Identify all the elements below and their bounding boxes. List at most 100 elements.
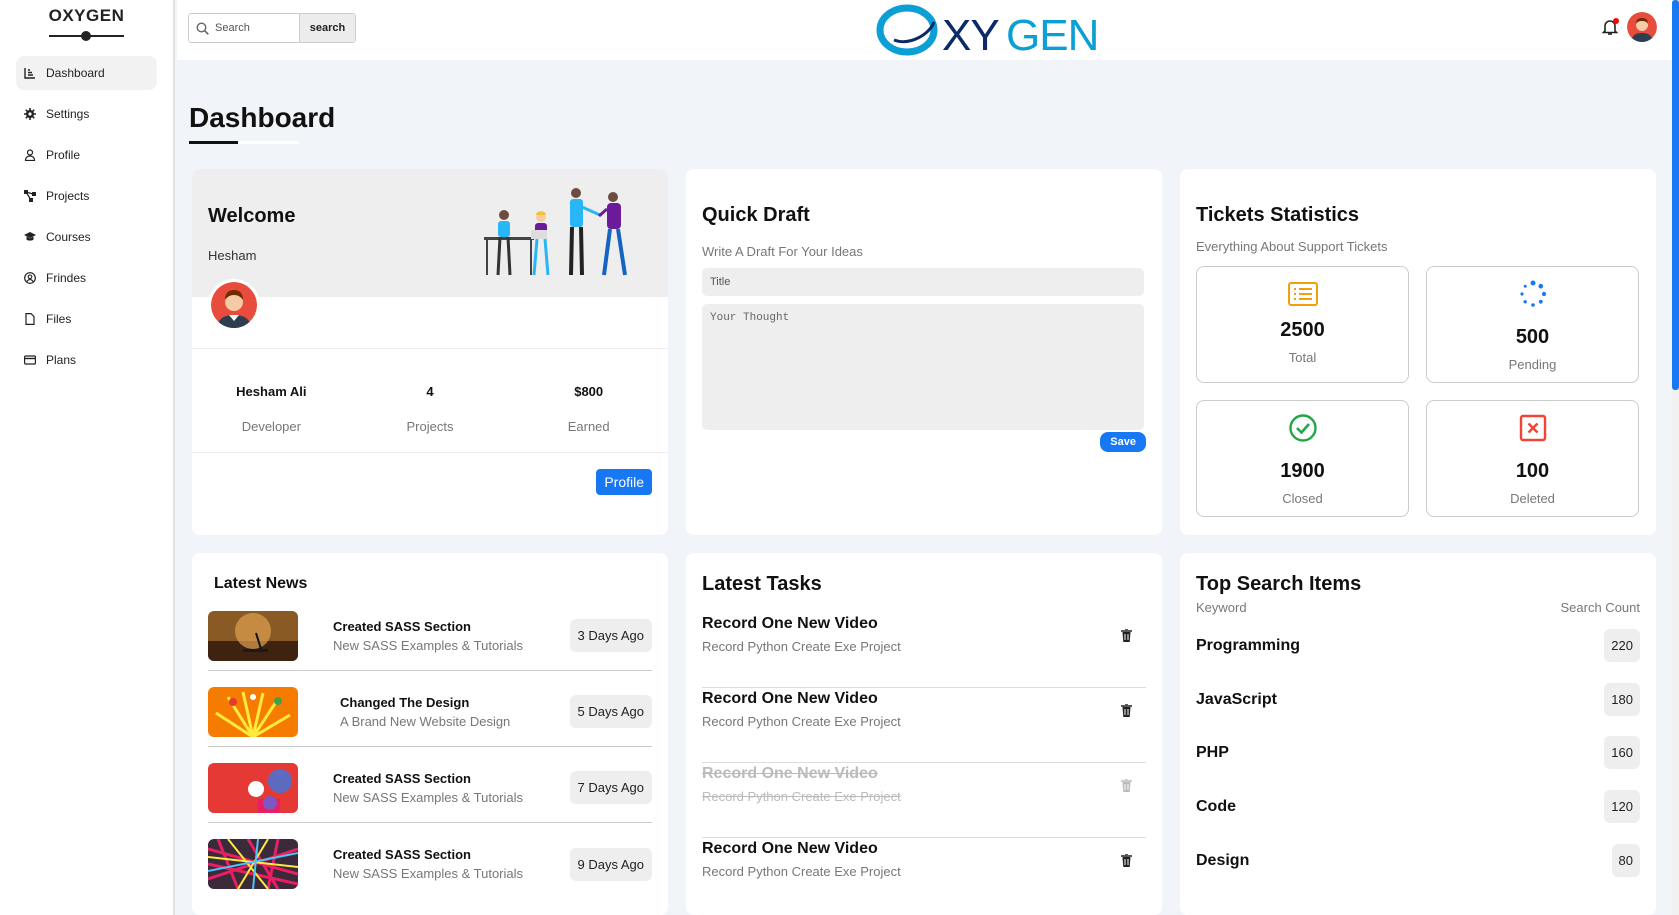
bell-icon[interactable] [1601, 18, 1619, 36]
search-count: 80 [1611, 844, 1640, 877]
task-item[interactable]: Record One New Video Record Python Creat… [702, 613, 1146, 688]
task-title: Record One New Video [702, 690, 878, 707]
news-item[interactable]: Changed The Design A Brand New Website D… [208, 677, 652, 747]
news-item-date: 9 Days Ago [569, 847, 652, 881]
sidebar-item-label: Projects [46, 189, 90, 203]
task-desc: Record Python Create Exe Project [702, 714, 901, 729]
news-title: Latest News [214, 575, 308, 592]
news-item[interactable]: Created SASS Section New SASS Examples &… [208, 753, 652, 823]
top-search-header: Keyword Search Count [1196, 600, 1640, 615]
task-item[interactable]: Record One New Video Record Python Creat… [702, 688, 1146, 763]
task-title: Record One New Video [702, 765, 878, 782]
page-title: Dashboard [189, 102, 336, 133]
top-bar-actions [1601, 12, 1657, 42]
draft-title-input[interactable] [702, 268, 1144, 296]
logo-text-suffix: GEN [1006, 11, 1098, 60]
sidebar-item-label: Files [46, 312, 72, 326]
welcome-header: Welcome Hesham [192, 169, 668, 297]
scrollbar-thumb[interactable] [1672, 0, 1679, 390]
ticket-deleted: 100 Deleted [1426, 400, 1639, 517]
latest-tasks-card: Latest Tasks Record One New Video Record… [686, 553, 1162, 915]
ticket-value: 2500 [1280, 319, 1325, 341]
title-underline-accent [189, 141, 238, 144]
quick-draft-card: Quick Draft Write A Draft For Your Ideas… [686, 169, 1162, 535]
trash-icon[interactable] [1121, 703, 1132, 722]
profile-button[interactable]: Profile [596, 469, 652, 495]
gear-icon [24, 108, 36, 120]
trash-icon[interactable] [1121, 628, 1132, 647]
logo-text: XY [942, 11, 999, 60]
ticket-value: 100 [1515, 460, 1550, 482]
ticket-label: Deleted [1510, 491, 1555, 506]
check-circle-icon [1288, 414, 1317, 442]
search-item-row[interactable]: PHP 160 [1196, 736, 1640, 769]
news-item-desc: New SASS Examples & Tutorials [333, 789, 524, 805]
team-illustration [479, 185, 654, 285]
trash-icon[interactable] [1121, 778, 1132, 797]
tickets-grid: 2500 Total 500 Pending 1900 Closed 100 D… [1196, 266, 1640, 517]
news-thumbnail [208, 610, 298, 661]
search-input[interactable] [215, 14, 299, 42]
tickets-card: Tickets Statistics Everything About Supp… [1180, 169, 1656, 535]
list-icon [1287, 282, 1318, 306]
search-item-row[interactable]: JavaScript 180 [1196, 683, 1640, 716]
search-box: search [188, 13, 356, 43]
sidebar-item-courses[interactable]: Courses [16, 220, 157, 254]
user-circle-icon [24, 272, 36, 284]
stat-value: $800 [574, 384, 604, 399]
sidebar-item-files[interactable]: Files [16, 302, 157, 336]
keyword-column-header: Keyword [1196, 600, 1247, 615]
stat-value: 4 [426, 384, 434, 399]
ticket-value: 500 [1515, 326, 1550, 348]
draft-body-textarea[interactable] [702, 304, 1144, 430]
sidebar-item-dashboard[interactable]: Dashboard [16, 56, 157, 90]
notification-dot [1613, 18, 1619, 24]
stat-label: Developer [241, 419, 301, 434]
tasks-title: Latest Tasks [702, 573, 822, 595]
news-item[interactable]: Created SASS Section New SASS Examples &… [208, 829, 652, 899]
file-icon [25, 313, 35, 325]
credit-card-icon [24, 355, 36, 365]
stat-label: Projects [406, 419, 454, 434]
welcome-avatar [208, 279, 260, 331]
search-keyword: Code [1196, 797, 1236, 815]
avatar[interactable] [1627, 12, 1657, 42]
sidebar-item-label: Plans [46, 353, 77, 367]
news-item-title: Changed The Design [340, 694, 470, 710]
task-item[interactable]: Record One New Video Record Python Creat… [702, 838, 1146, 913]
stat-name: Hesham Ali Developer [192, 349, 351, 452]
draft-subtitle: Write A Draft For Your Ideas [702, 244, 863, 259]
sidebar-item-plans[interactable]: Plans [16, 343, 157, 377]
task-title: Record One New Video [702, 840, 878, 857]
news-item[interactable]: Created SASS Section New SASS Examples &… [208, 601, 652, 671]
search-item-row[interactable]: Programming 220 [1196, 629, 1640, 662]
sidebar-item-label: Frindes [46, 271, 87, 285]
sidebar-item-projects[interactable]: Projects [16, 179, 157, 213]
news-item-desc: New SASS Examples & Tutorials [333, 637, 524, 653]
news-item-date: 5 Days Ago [569, 695, 652, 728]
sidebar-item-label: Profile [46, 148, 81, 162]
brand-divider [49, 30, 124, 42]
news-item-date: 3 Days Ago [569, 619, 652, 652]
search-item-row[interactable]: Code 120 [1196, 790, 1640, 823]
search-item-row[interactable]: Design 80 [1196, 844, 1640, 877]
search-keyword: Design [1196, 851, 1250, 869]
task-item-completed[interactable]: Record One New Video Record Python Creat… [702, 763, 1146, 838]
trash-icon[interactable] [1121, 853, 1132, 872]
news-item-title: Created SASS Section [333, 770, 471, 786]
news-thumbnail [208, 839, 298, 889]
news-item-title: Created SASS Section [333, 847, 471, 862]
task-title: Record One New Video [702, 615, 878, 632]
search-count: 180 [1604, 683, 1640, 716]
search-keyword: JavaScript [1196, 690, 1277, 708]
sidebar-item-friends[interactable]: Frindes [16, 261, 157, 295]
user-icon [24, 149, 36, 161]
sidebar-item-profile[interactable]: Profile [16, 138, 157, 172]
save-button[interactable]: Save [1100, 432, 1146, 452]
sidebar-item-label: Courses [46, 230, 91, 244]
scrollbar[interactable] [1672, 0, 1679, 915]
search-button[interactable]: search [299, 14, 355, 42]
sidebar-item-settings[interactable]: Settings [16, 97, 157, 131]
welcome-stats: Hesham Ali Developer 4 Projects $800 Ear… [192, 348, 668, 453]
tickets-subtitle: Everything About Support Tickets [1196, 239, 1388, 254]
